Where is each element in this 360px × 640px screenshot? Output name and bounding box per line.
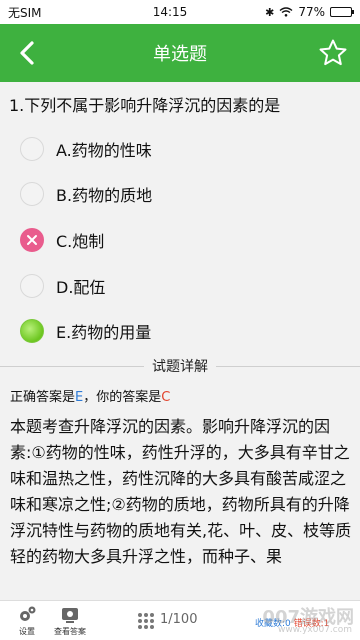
radio-empty-icon (20, 137, 44, 161)
correct-answer: E (75, 390, 84, 405)
detail-divider: 试题详解 (0, 356, 360, 376)
option-label: A.药物的性味 (56, 141, 152, 160)
option-label: E.药物的用量 (56, 323, 152, 342)
bluetooth-icon: ✱ (265, 5, 275, 19)
star-icon (319, 39, 347, 66)
chevron-left-icon (20, 41, 34, 65)
page-indicator: 1/100 (160, 612, 198, 627)
favorite-button[interactable] (316, 36, 350, 70)
status-icons: ✱ 77% (242, 5, 354, 19)
wrong-mark-icon (20, 228, 44, 252)
back-button[interactable] (12, 38, 42, 68)
clock: 14:15 (152, 5, 188, 19)
correct-answer-prefix: 正确答案是 (10, 390, 76, 405)
title-bar: 单选题 (0, 24, 360, 82)
bottom-toolbar: 设置 查看答案 1/100 收藏数:0 错误数:1 007游戏网 www.yx0… (0, 600, 360, 640)
divider-line (216, 365, 360, 367)
battery-icon (330, 7, 354, 17)
view-answer-label: 查看答案 (54, 627, 86, 636)
radio-empty-icon (20, 274, 44, 298)
detail-title: 试题详解 (152, 359, 208, 375)
answer-summary: 正确答案是E，你的答案是C (10, 386, 170, 405)
correct-mark-icon (20, 319, 44, 343)
option-label: B.药物的质地 (56, 186, 153, 205)
gear-icon (20, 606, 36, 621)
page-title: 单选题 (153, 44, 207, 65)
settings-label: 设置 (19, 627, 35, 636)
battery-percent: 77% (298, 5, 325, 19)
option-c[interactable]: C.炮制 (20, 225, 104, 255)
grid-icon[interactable] (136, 611, 156, 631)
view-answer-button[interactable]: 查看答案 (50, 601, 90, 640)
option-a[interactable]: A.药物的性味 (20, 134, 152, 164)
user-answer-prefix: ，你的答案是 (83, 390, 162, 405)
option-label: D.配伍 (56, 278, 106, 297)
option-d[interactable]: D.配伍 (20, 271, 105, 301)
answer-card-icon (62, 608, 78, 623)
question-text: 1.下列不属于影响升降浮沉的因素的是 (9, 96, 281, 115)
explanation-text: 本题考查升降浮沉的因素。影响升降浮沉的因素:①药物的性味，药性升浮的，大多具有辛… (10, 417, 352, 566)
radio-empty-icon (20, 182, 44, 206)
option-e[interactable]: E.药物的用量 (20, 316, 151, 346)
question-content: 1.下列不属于影响升降浮沉的因素的是 A.药物的性味 B.药物的质地 C.炮制 … (0, 82, 360, 600)
option-b[interactable]: B.药物的质地 (20, 179, 152, 209)
status-bar: 无SIM 14:15 ✱ 77% (0, 0, 360, 24)
user-answer: C (161, 390, 171, 405)
wifi-icon (279, 7, 293, 17)
carrier-label: 无SIM (8, 5, 42, 20)
watermark-url: www.yx007.com (277, 625, 352, 635)
option-label: C.炮制 (56, 232, 105, 251)
settings-button[interactable]: 设置 (10, 601, 44, 640)
divider-line (0, 365, 144, 367)
